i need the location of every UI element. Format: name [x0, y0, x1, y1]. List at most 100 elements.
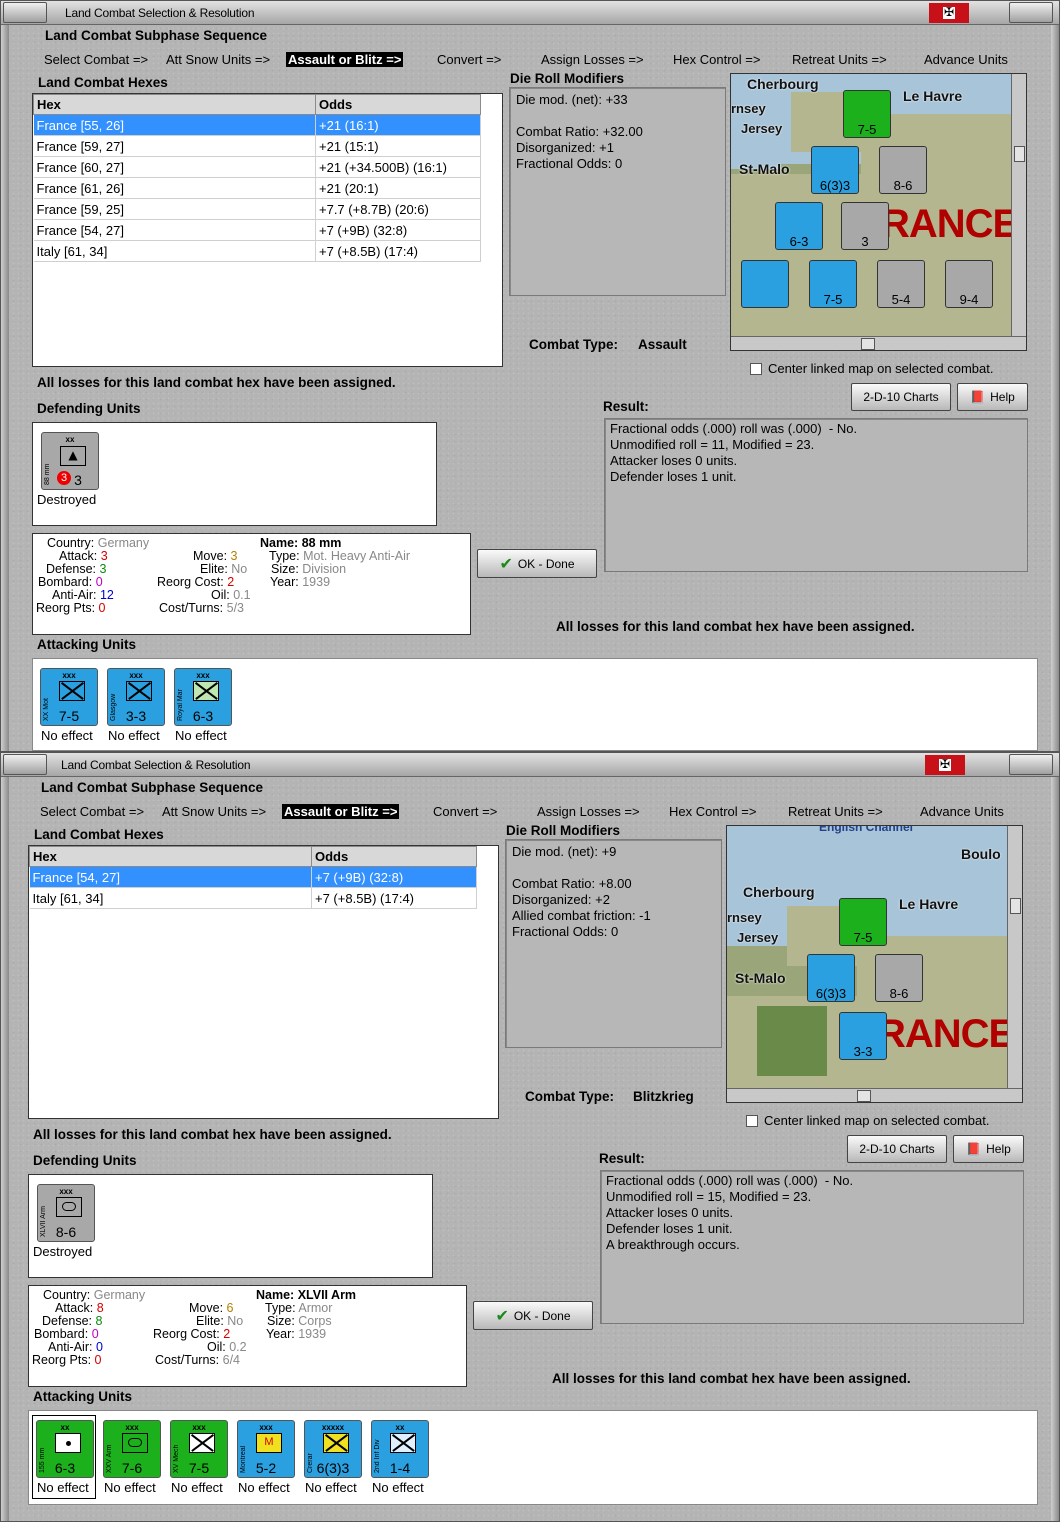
table-row[interactable]: Italy [61, 34] +7 (+8.5B) (17:4) — [29, 887, 477, 909]
map-label: Boulo — [961, 846, 1001, 862]
close-button[interactable] — [1009, 2, 1053, 23]
linked-map[interactable]: English Channel Boulo Cherbourg Le Havre… — [726, 825, 1023, 1103]
attacker-counter[interactable]: xxx XXV Arm 7-6 — [103, 1420, 161, 1478]
combat-type-label: Combat Type: — [525, 1089, 615, 1104]
info-antiair: 12 — [99, 588, 114, 602]
table-row[interactable]: France [55, 26] +21 (16:1) — [33, 114, 481, 136]
map-unit-counter[interactable]: 7-5 — [809, 260, 857, 308]
info-costturns: 6/4 — [222, 1353, 241, 1367]
attacker-counter[interactable]: xxx XX Mot 7-5 — [40, 668, 98, 726]
map-unit-counter[interactable] — [741, 260, 789, 308]
title-bar[interactable]: Land Combat Selection & Resolution — [1, 753, 1059, 777]
hex-column-header[interactable]: Hex — [29, 846, 312, 867]
system-menu-button[interactable] — [3, 2, 47, 23]
map-country-label: RANCE — [877, 1012, 1015, 1056]
seq-att-snow: Att Snow Units => — [162, 804, 267, 819]
table-row[interactable]: France [59, 27] +21 (15:1) — [33, 135, 481, 157]
info-type: Mot. Heavy Anti-Air — [303, 549, 411, 563]
info-elite: No — [227, 1314, 244, 1328]
help-button[interactable]: 📕 Help — [953, 1135, 1024, 1163]
attacker-counter[interactable]: xxx Glasgow 3-3 — [107, 668, 165, 726]
title-bar[interactable]: Land Combat Selection & Resolution — [1, 1, 1059, 25]
artillery-icon — [55, 1433, 81, 1453]
drm-text: Die mod. (net): +9 Combat Ratio: +8.00 D… — [512, 844, 651, 939]
attacker-status: No effect — [41, 728, 93, 743]
hexes-header: Land Combat Hexes — [38, 75, 168, 90]
map-vertical-scrollbar[interactable] — [1011, 74, 1026, 336]
info-reorgcost: 2 — [227, 575, 235, 589]
result-header: Result: — [599, 1151, 645, 1166]
odds-cell: +21 (+34.500B) (16:1) — [315, 156, 481, 178]
map-unit-counter[interactable]: 3 — [841, 202, 889, 250]
map-label: Jersey — [737, 930, 779, 945]
map-vertical-scrollbar[interactable] — [1007, 826, 1022, 1088]
map-unit-counter[interactable]: 6-3 — [775, 202, 823, 250]
attacker-counter[interactable]: xxx XV Mech 7-5 — [170, 1420, 228, 1478]
attacker-status: No effect — [108, 728, 160, 743]
help-button-label: Help — [990, 390, 1015, 404]
ok-done-button[interactable]: ✔ OK - Done — [473, 1301, 593, 1330]
close-button[interactable] — [1009, 754, 1053, 775]
help-button[interactable]: 📕 Help — [957, 383, 1028, 411]
table-row[interactable]: Italy [61, 34] +7 (+8.5B) (17:4) — [33, 240, 481, 262]
unit-strength: 7-6 — [121, 1460, 143, 1476]
attacker-counter[interactable]: xx 155 mm 6-3 — [36, 1420, 94, 1478]
map-unit-counter[interactable]: 6(3)3 — [807, 954, 855, 1002]
drm-panel: Die mod. (net): +9 Combat Ratio: +8.00 D… — [505, 839, 722, 1048]
map-unit-counter[interactable]: 3-3 — [839, 1012, 887, 1060]
attacker-counter[interactable]: xxxxx Crerar 6(3)3 — [304, 1420, 362, 1478]
system-menu-button[interactable] — [3, 754, 47, 775]
armor-icon — [122, 1433, 148, 1453]
linked-map[interactable]: Cherbourg Le Havre Jersey rnsey St-Malo … — [730, 73, 1027, 351]
drm-panel: Die mod. (net): +33 Combat Ratio: +32.00… — [509, 87, 726, 296]
defender-counter[interactable]: xxx XLVII Arm 8-6 — [37, 1184, 95, 1242]
hexes-list[interactable]: Hex Odds France [54, 27] +7 (+9B) (32:8) I… — [28, 845, 499, 1119]
info-reorgpts: 0 — [98, 601, 106, 615]
charts-button[interactable]: 2-D-10 Charts — [847, 1135, 947, 1163]
attacker-counter[interactable]: xx 2nd Inf Div 1-4 — [371, 1420, 429, 1478]
table-row[interactable]: France [60, 27] +21 (+34.500B) (16:1) — [33, 156, 481, 178]
table-row[interactable]: France [54, 27] +7 (+9B) (32:8) — [29, 866, 477, 888]
map-horizontal-scrollbar[interactable] — [727, 1088, 1022, 1102]
defender-counter[interactable]: xx 88 mm ▲ 3 3 — [41, 432, 99, 490]
info-reorgcost: 2 — [223, 1327, 231, 1341]
map-unit-counter[interactable]: 8-6 — [875, 954, 923, 1002]
table-row[interactable]: France [61, 26] +21 (20:1) — [33, 177, 481, 199]
map-horizontal-scrollbar[interactable] — [731, 336, 1026, 350]
map-unit-counter[interactable]: 9-4 — [945, 260, 993, 308]
odds-cell: +7 (+9B) (32:8) — [315, 219, 481, 241]
map-country-label: RANCE — [881, 202, 1019, 246]
map-unit-counter[interactable]: 6(3)3 — [811, 146, 859, 194]
map-unit-counter[interactable]: 7-5 — [843, 90, 891, 138]
map-label: Cherbourg — [743, 884, 815, 900]
charts-button[interactable]: 2-D-10 Charts — [851, 383, 951, 411]
ok-done-button[interactable]: ✔ OK - Done — [477, 549, 597, 578]
info-move: 3 — [230, 549, 238, 563]
attacker-counter[interactable]: xxx Royal Mar 6-3 — [174, 668, 232, 726]
attacker-counter[interactable]: xxx Montreal M 5-2 — [237, 1420, 295, 1478]
map-label: Cherbourg — [747, 76, 819, 92]
table-row[interactable]: France [59, 25] +7.7 (+8.7B) (20:6) — [33, 198, 481, 220]
map-label: English Channel — [819, 825, 914, 834]
odds-column-header[interactable]: Odds — [311, 846, 477, 867]
odds-column-header[interactable]: Odds — [315, 94, 481, 115]
info-country: Germany — [93, 1288, 146, 1302]
result-panel: Fractional odds (.000) roll was (.000) -… — [600, 1170, 1024, 1324]
odds-cell: +21 (20:1) — [315, 177, 481, 199]
odds-cell: +7 (+9B) (32:8) — [311, 866, 477, 888]
hexes-list[interactable]: Hex Odds France [55, 26] +21 (16:1) France… — [32, 93, 503, 367]
unit-size: xxx — [259, 1423, 273, 1432]
attacking-header: Attacking Units — [37, 637, 137, 652]
hex-column-header[interactable]: Hex — [33, 94, 316, 115]
unit-info-panel: Country: Germany Attack: 3 Defense: 3 Bo… — [32, 533, 471, 635]
center-map-checkbox[interactable] — [746, 1115, 758, 1127]
center-map-checkbox[interactable] — [750, 363, 762, 375]
map-unit-counter[interactable]: 7-5 — [839, 898, 887, 946]
map-unit-counter[interactable]: 8-6 — [879, 146, 927, 194]
info-size: Corps — [298, 1314, 332, 1328]
table-row[interactable]: France [54, 27] +7 (+9B) (32:8) — [33, 219, 481, 241]
seq-select-combat: Select Combat => — [44, 52, 149, 67]
hex-cell: France [61, 26] — [33, 177, 316, 199]
losses-message: All losses for this land combat hex have… — [37, 375, 396, 390]
map-unit-counter[interactable]: 5-4 — [877, 260, 925, 308]
